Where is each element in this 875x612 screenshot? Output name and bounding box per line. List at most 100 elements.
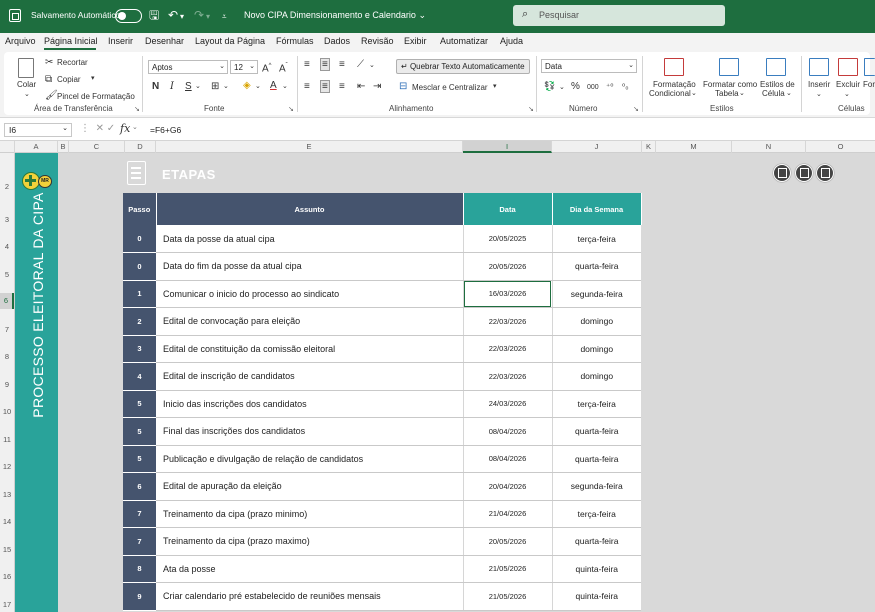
- step-number-cell[interactable]: 0: [123, 252, 156, 281]
- date-cell[interactable]: 22/03/2026: [463, 307, 553, 336]
- step-number-cell[interactable]: 8: [123, 555, 156, 583]
- step-number-cell[interactable]: 5: [123, 390, 156, 418]
- tab-exibir[interactable]: Exibir: [404, 36, 427, 46]
- date-cell[interactable]: 22/03/2026: [463, 362, 553, 391]
- format-as-table-label-1[interactable]: Formatar como: [703, 80, 757, 89]
- weekday-cell[interactable]: quarta-feira: [552, 445, 641, 473]
- row-header[interactable]: 12: [0, 462, 14, 471]
- format-table-dropdown-icon[interactable]: ⌄: [739, 89, 745, 97]
- subject-cell[interactable]: Edital de convocação para eleição: [156, 307, 464, 336]
- tab-dados[interactable]: Dados: [324, 36, 350, 46]
- date-cell[interactable]: 24/03/2026: [463, 390, 553, 418]
- redo-dropdown-icon[interactable]: ▾: [206, 10, 210, 24]
- row-header[interactable]: 14: [0, 517, 14, 526]
- weekday-cell[interactable]: quarta-feira: [552, 527, 641, 556]
- row-header[interactable]: 3: [0, 215, 14, 224]
- name-box[interactable]: I6 ⌄: [4, 123, 72, 137]
- delete-cells-button[interactable]: Excluir: [836, 80, 860, 89]
- step-number-cell[interactable]: 5: [123, 445, 156, 473]
- font-launcher-icon[interactable]: ↘: [288, 105, 294, 113]
- font-color-dropdown-icon[interactable]: ⌄: [282, 81, 288, 92]
- row-header[interactable]: 13: [0, 490, 14, 499]
- fill-color-icon[interactable]: ◈: [243, 80, 251, 91]
- step-number-cell[interactable]: 0: [123, 225, 156, 253]
- header-dia-semana[interactable]: Dia da Semana: [552, 193, 642, 225]
- calendar-button-icon[interactable]: [773, 164, 791, 182]
- column-header[interactable]: M: [656, 141, 732, 153]
- cell-styles-label-1[interactable]: Estilos de: [760, 80, 795, 89]
- increase-decimal-icon[interactable]: ⁺⁰: [606, 81, 613, 92]
- increase-font-icon[interactable]: A^: [262, 61, 272, 74]
- align-center-icon[interactable]: ≡: [320, 80, 330, 93]
- subject-cell[interactable]: Data da posse da atual cipa: [156, 225, 464, 253]
- date-cell[interactable]: 21/05/2026: [463, 555, 553, 583]
- tab-pagina-inicial[interactable]: Página Inicial: [44, 36, 98, 46]
- format-cells-button[interactable]: For: [863, 80, 875, 89]
- delete-dropdown-icon[interactable]: ⌄: [844, 90, 850, 98]
- cell-styles-label-2[interactable]: Célula: [762, 89, 785, 98]
- formula-input[interactable]: =F6+G6: [150, 125, 181, 135]
- undo-dropdown-icon[interactable]: ▾: [180, 10, 184, 24]
- row-header[interactable]: 5: [0, 270, 14, 279]
- increase-indent-icon[interactable]: ⇥: [373, 81, 381, 92]
- enter-icon[interactable]: ✓: [107, 123, 115, 134]
- date-cell[interactable]: 08/04/2026: [463, 445, 553, 473]
- save-icon[interactable]: 🖫: [149, 8, 159, 22]
- tab-inserir[interactable]: Inserir: [108, 36, 133, 46]
- insert-function-icon[interactable]: fx: [120, 122, 130, 135]
- customize-toolbar-icon[interactable]: ⩡: [222, 10, 227, 24]
- step-number-cell[interactable]: 7: [123, 527, 156, 556]
- weekday-cell[interactable]: quarta-feira: [552, 417, 641, 446]
- number-format-select[interactable]: Data ⌄: [541, 59, 637, 73]
- weekday-cell[interactable]: quinta-feira: [552, 555, 641, 583]
- function-dropdown-icon[interactable]: ⌄: [132, 123, 138, 131]
- subject-cell[interactable]: Data do fim da posse da atual cipa: [156, 252, 464, 281]
- date-cell[interactable]: 22/03/2026: [463, 335, 553, 363]
- copy-dropdown-icon[interactable]: ▾: [91, 74, 95, 82]
- row-header[interactable]: 15: [0, 545, 14, 554]
- format-as-table-label-2[interactable]: Tabela: [715, 89, 739, 98]
- align-top-icon[interactable]: ≡: [304, 59, 310, 70]
- weekday-cell[interactable]: domingo: [552, 307, 641, 336]
- column-header[interactable]: J: [552, 141, 642, 153]
- date-cell[interactable]: 20/04/2026: [463, 472, 553, 501]
- decrease-decimal-icon[interactable]: ⁰₀: [622, 81, 629, 92]
- underline-icon[interactable]: S: [185, 81, 192, 92]
- step-number-cell[interactable]: 2: [123, 307, 156, 336]
- step-number-cell[interactable]: 3: [123, 335, 156, 363]
- autosave-toggle[interactable]: [115, 9, 142, 23]
- column-header[interactable]: C: [69, 141, 125, 153]
- column-header[interactable]: B: [58, 141, 69, 153]
- tab-revisao[interactable]: Revisão: [361, 36, 394, 46]
- row-header[interactable]: 8: [0, 352, 14, 361]
- borders-dropdown-icon[interactable]: ⌄: [223, 81, 229, 92]
- subject-cell[interactable]: Treinamento da cipa (prazo minimo): [156, 500, 464, 528]
- alignment-launcher-icon[interactable]: ↘: [528, 105, 534, 113]
- search-box[interactable]: ⌕ Pesquisar: [513, 5, 725, 26]
- tab-arquivo[interactable]: Arquivo: [5, 36, 36, 46]
- cut-button[interactable]: Recortar: [57, 58, 88, 67]
- step-number-cell[interactable]: 1: [123, 280, 156, 308]
- date-cell[interactable]: 21/05/2026: [463, 582, 553, 611]
- font-size-select[interactable]: 12 ⌄: [230, 60, 258, 74]
- decrease-indent-icon[interactable]: ⇤: [357, 81, 365, 92]
- subject-cell[interactable]: Inicio das inscrições dos candidatos: [156, 390, 464, 418]
- tab-automatizar[interactable]: Automatizar: [440, 36, 488, 46]
- tab-formulas[interactable]: Fórmulas: [276, 36, 314, 46]
- date-cell[interactable]: 20/05/2025: [463, 225, 553, 253]
- bold-icon[interactable]: N: [152, 81, 159, 92]
- italic-icon[interactable]: I: [170, 81, 174, 92]
- row-header[interactable]: 11: [0, 435, 14, 444]
- column-header[interactable]: D: [125, 141, 156, 153]
- tab-desenhar[interactable]: Desenhar: [145, 36, 184, 46]
- font-name-select[interactable]: Aptos ⌄: [148, 60, 228, 74]
- align-left-icon[interactable]: ≡: [304, 81, 310, 92]
- number-launcher-icon[interactable]: ↘: [633, 105, 639, 113]
- header-data[interactable]: Data: [463, 193, 553, 225]
- subject-cell[interactable]: Edital de constituição da comissão eleit…: [156, 335, 464, 363]
- date-cell[interactable]: 16/03/2026: [463, 280, 553, 308]
- decrease-font-icon[interactable]: Aˇ: [279, 61, 288, 74]
- merge-dropdown-icon[interactable]: ▾: [493, 82, 497, 90]
- copy-button[interactable]: Copiar: [57, 75, 81, 84]
- subject-cell[interactable]: Ata da posse: [156, 555, 464, 583]
